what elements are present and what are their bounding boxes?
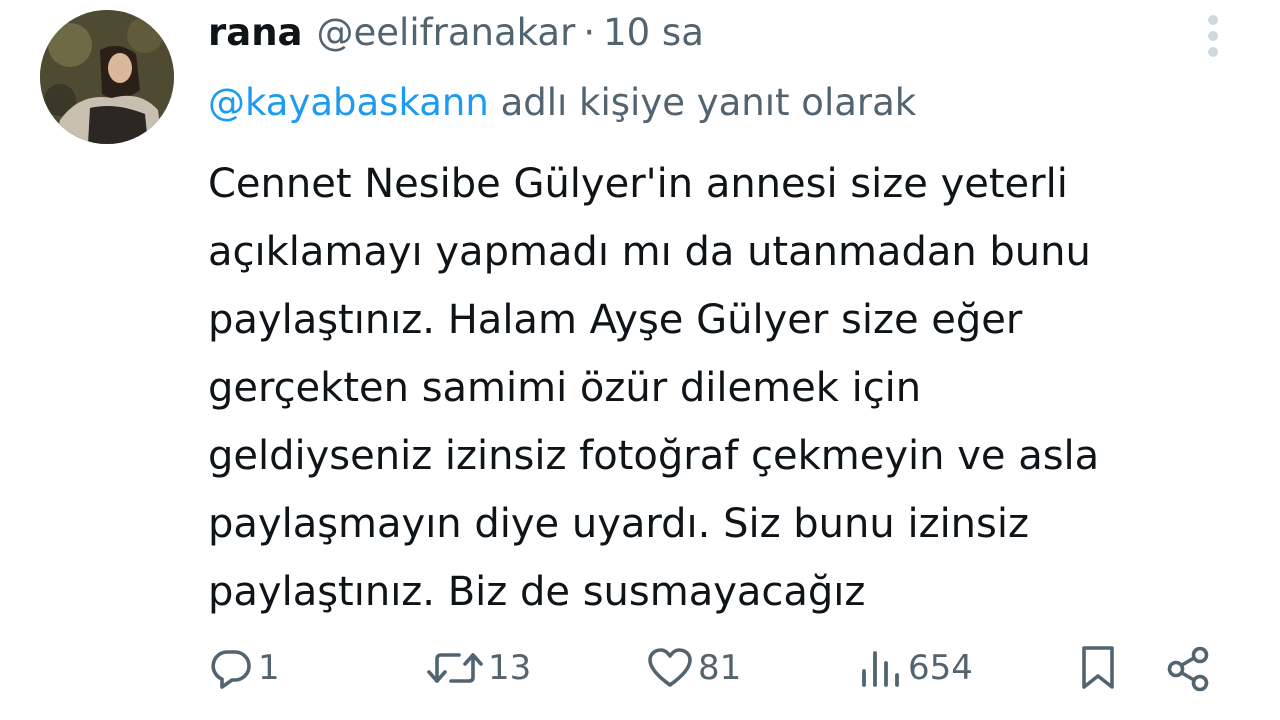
reply-context-text: adlı kişiye yanıt olarak — [488, 81, 917, 124]
share-icon — [1167, 646, 1209, 692]
bookmark-button[interactable] — [1076, 636, 1120, 700]
bookmark-icon — [1082, 646, 1114, 689]
heart-icon — [648, 648, 692, 687]
more-vertical-icon — [1208, 15, 1218, 57]
tweet: rana @eelifranakar · 10 sa @kayabaskann … — [0, 0, 1280, 720]
like-count: 81 — [698, 648, 742, 688]
tweet-text: Cennet Nesibe Gülyer'in annesi size yete… — [208, 161, 1100, 615]
share-button[interactable] — [1164, 636, 1214, 700]
views-icon — [862, 651, 899, 687]
reply-context: @kayabaskann adlı kişiye yanıt olarak — [208, 78, 916, 128]
reply-icon — [211, 650, 251, 689]
more-options-button[interactable] — [1196, 14, 1230, 58]
user-handle[interactable]: @eelifranakar — [317, 8, 576, 58]
reply-count: 1 — [258, 648, 280, 688]
timestamp[interactable]: 10 sa — [603, 8, 704, 58]
tweet-header: rana @eelifranakar · 10 sa — [208, 8, 704, 58]
views-count: 654 — [908, 648, 973, 688]
like-button[interactable]: 81 — [646, 636, 741, 700]
retweet-button[interactable]: 13 — [426, 636, 531, 700]
reply-mention-link[interactable]: @kayabaskann — [208, 81, 489, 124]
retweet-count: 13 — [488, 648, 532, 688]
separator-dot: · — [583, 11, 596, 54]
avatar[interactable] — [40, 10, 174, 144]
display-name[interactable]: rana — [208, 8, 303, 58]
retweet-icon — [427, 653, 483, 683]
action-bar: 1 13 81 654 — [208, 636, 1218, 700]
reply-button[interactable]: 1 — [208, 636, 280, 700]
avatar-image — [40, 10, 174, 144]
views-button[interactable]: 654 — [858, 636, 973, 700]
